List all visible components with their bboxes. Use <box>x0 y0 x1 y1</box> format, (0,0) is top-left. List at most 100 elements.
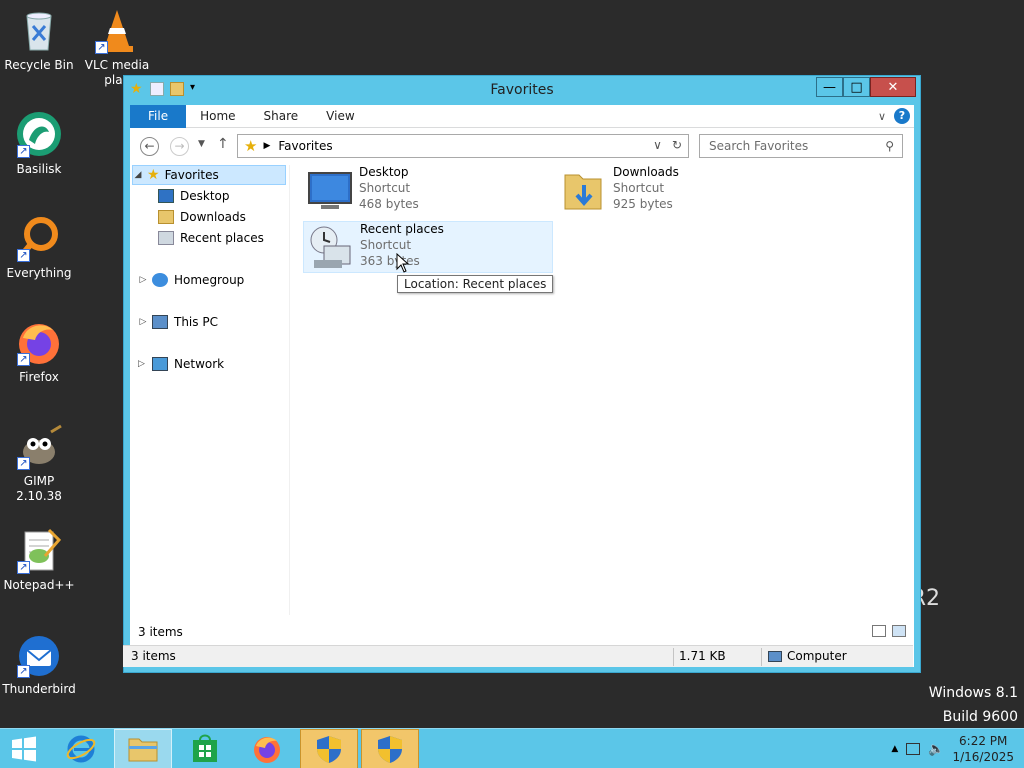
file-tile-downloads[interactable]: Downloads Shortcut 925 bytes <box>557 165 807 217</box>
address-dropdown-icon[interactable]: ∨ <box>653 138 662 152</box>
taskbar-shield-app-2[interactable] <box>361 729 419 768</box>
internet-explorer-icon <box>66 735 96 763</box>
shortcut-arrow-icon: ↗ <box>17 665 30 678</box>
up-button[interactable]: ↑ <box>217 136 229 152</box>
nav-label: Downloads <box>180 210 246 224</box>
item-count-bar: 3 items <box>130 621 914 643</box>
network-status-icon[interactable] <box>906 743 921 755</box>
desktop-icon-recycle-bin[interactable]: Recycle Bin <box>0 6 78 73</box>
title-bar[interactable]: ★ ▾ Favorites — □ ✕ <box>124 76 920 105</box>
window-title: Favorites <box>490 82 554 98</box>
taskbar-firefox[interactable] <box>238 729 296 768</box>
desktop-icon-label: Basilisk <box>16 162 62 176</box>
breadcrumb-location[interactable]: Favorites <box>278 139 332 153</box>
file-tile-desktop[interactable]: Desktop Shortcut 468 bytes <box>303 165 553 217</box>
firefox-icon <box>254 737 280 763</box>
close-button[interactable]: ✕ <box>870 77 916 97</box>
taskbar-shield-app-1[interactable] <box>300 729 358 768</box>
search-box[interactable]: Search Favorites ⚲ <box>699 134 903 158</box>
tab-home[interactable]: Home <box>186 105 249 128</box>
nav-label: Network <box>174 357 225 371</box>
desktop-icon-gimp[interactable]: ↗ GIMP 2.10.38 <box>0 422 78 504</box>
taskbar: ▲ 🔈 6:22 PM 1/16/2025 <box>0 728 1024 768</box>
downloads-shortcut-icon <box>561 167 607 213</box>
nav-label: Favorites <box>164 168 219 182</box>
desktop-icon-thunderbird[interactable]: ↗ Thunderbird <box>0 630 78 697</box>
minimize-button[interactable]: — <box>816 77 843 97</box>
refresh-icon[interactable]: ↻ <box>672 138 682 152</box>
gimp-icon: ↗ <box>15 422 63 470</box>
ribbon-right-controls: ∨ ? <box>878 108 910 124</box>
computer-icon <box>768 651 782 662</box>
help-icon[interactable]: ? <box>894 108 910 124</box>
forward-button[interactable]: → <box>170 137 189 156</box>
recent-places-icon <box>158 231 174 245</box>
file-size: 468 bytes <box>359 197 419 211</box>
desktop-icon-firefox[interactable]: ↗ Firefox <box>0 318 78 385</box>
file-size: 925 bytes <box>613 197 673 211</box>
tab-share[interactable]: Share <box>250 105 313 128</box>
clock-time: 6:22 PM <box>959 734 1008 748</box>
store-icon <box>193 734 217 762</box>
desktop-icon-basilisk[interactable]: ↗ Basilisk <box>0 110 78 177</box>
search-icon[interactable]: ⚲ <box>885 135 894 157</box>
nav-label: Homegroup <box>174 273 245 287</box>
homegroup-icon <box>152 273 168 287</box>
location-tooltip: Location: Recent places <box>397 275 554 293</box>
desktop-icon-label: Thunderbird <box>2 682 76 696</box>
forward-arrow-icon: → <box>174 139 185 153</box>
details-view-icon[interactable] <box>872 625 886 637</box>
system-tray: ▲ 🔈 6:22 PM 1/16/2025 <box>891 729 1024 768</box>
watermark-build: Build 9600 <box>942 709 1018 725</box>
maximize-button[interactable]: □ <box>843 77 870 97</box>
item-count: 3 items <box>138 625 183 639</box>
nav-item-favorites[interactable]: ◢ ★ Favorites <box>132 165 286 185</box>
desktop-icon <box>158 189 174 203</box>
breadcrumb-chevron-icon[interactable]: ▶ <box>263 141 270 151</box>
desktop-icon-notepadpp[interactable]: ↗ Notepad++ <box>0 526 78 593</box>
nav-item-downloads[interactable]: Downloads <box>158 207 246 227</box>
clock-date: 1/16/2025 <box>952 750 1014 764</box>
view-switcher <box>872 625 906 637</box>
shortcut-arrow-icon: ↗ <box>17 457 30 470</box>
desktop-icon-everything[interactable]: ↗ Everything <box>0 214 78 281</box>
nav-item-recent-places[interactable]: Recent places <box>158 228 264 248</box>
desktop-icon-label: Recycle Bin <box>4 58 74 72</box>
address-bar[interactable]: ★ ▶ Favorites ∨ ↻ <box>237 134 689 158</box>
expand-icon[interactable]: ▷ <box>138 312 148 332</box>
clock[interactable]: 6:22 PM 1/16/2025 <box>952 733 1014 765</box>
tab-view[interactable]: View <box>312 105 368 128</box>
expand-icon[interactable]: ▷ <box>138 359 145 369</box>
desktop-icon-label: Firefox <box>19 370 59 384</box>
large-icons-view-icon[interactable] <box>892 625 906 637</box>
desktop-icon-label: GIMP 2.10.38 <box>16 474 62 503</box>
start-button[interactable] <box>0 729 48 768</box>
taskbar-internet-explorer[interactable] <box>52 729 110 768</box>
network-icon <box>152 357 168 371</box>
explorer-window: ★ ▾ Favorites — □ ✕ File Home Share View… <box>123 75 921 673</box>
back-arrow-icon: ← <box>144 139 155 153</box>
recent-places-shortcut-icon <box>308 224 354 270</box>
nav-item-desktop[interactable]: Desktop <box>158 186 230 206</box>
basilisk-icon: ↗ <box>15 110 63 158</box>
volume-icon[interactable]: 🔈 <box>928 742 944 757</box>
expand-ribbon-icon[interactable]: ∨ <box>878 110 886 123</box>
file-name: Recent places <box>360 222 444 236</box>
taskbar-store[interactable] <box>176 729 234 768</box>
nav-item-network[interactable]: Network <box>138 354 224 374</box>
nav-item-this-pc[interactable]: ▷ This PC <box>138 312 218 332</box>
taskbar-file-explorer[interactable] <box>114 729 172 768</box>
back-button[interactable]: ← <box>140 137 159 156</box>
show-hidden-icons-icon[interactable]: ▲ <box>891 744 898 754</box>
expand-icon[interactable]: ▷ <box>138 270 148 290</box>
minimize-icon: — <box>823 79 836 95</box>
tab-file[interactable]: File <box>130 104 187 128</box>
file-tile-recent-places[interactable]: Recent places Shortcut 363 bytes <box>303 221 553 273</box>
nav-item-homegroup[interactable]: ▷ Homegroup <box>138 270 244 290</box>
collapse-icon[interactable]: ◢ <box>133 165 143 185</box>
recycle-bin-icon <box>15 6 63 54</box>
favorites-star-icon: ★ <box>244 137 258 155</box>
file-type: Shortcut <box>359 181 411 195</box>
recent-locations-dropdown[interactable]: ▼ <box>198 139 205 149</box>
window-client-area: File Home Share View ∨ ? ← → ▼ ↑ ★ ▶ Fav… <box>130 104 914 667</box>
